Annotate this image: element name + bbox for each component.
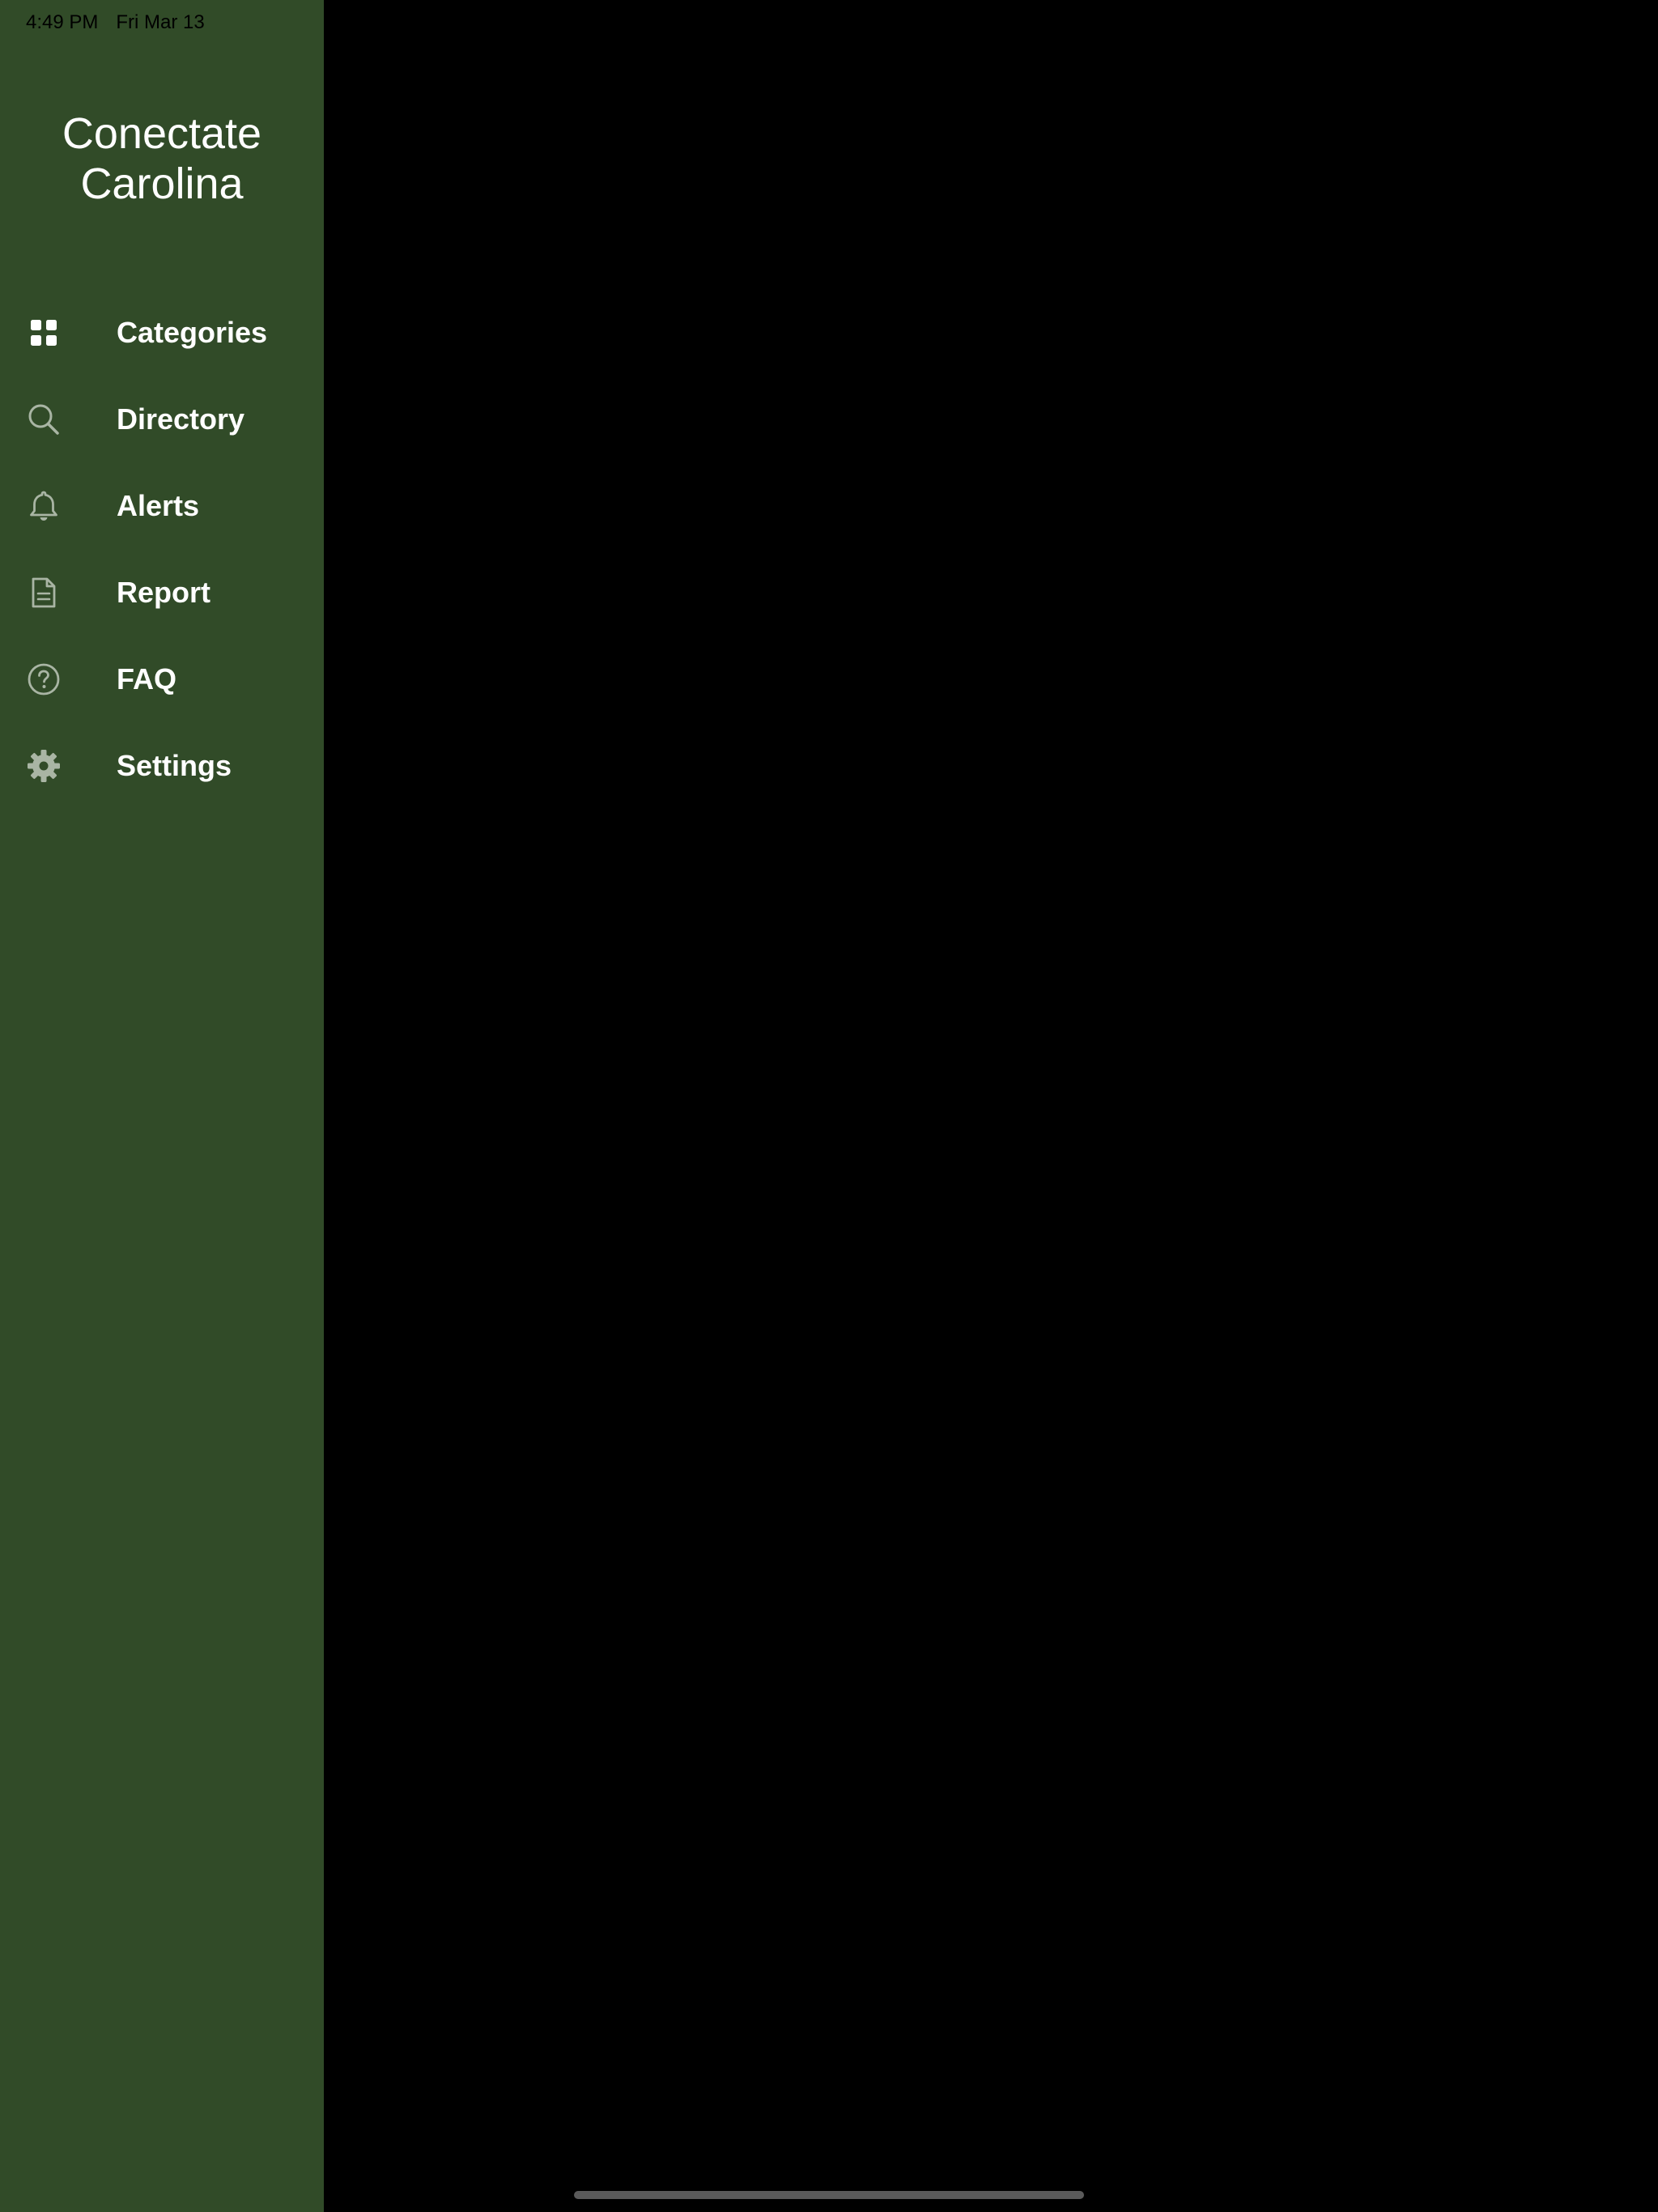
status-time: 4:49 PM [26,11,99,33]
sidebar-item-label: Settings [117,748,232,782]
app-title-line-2: Carolina [80,160,244,208]
document-icon [26,575,62,610]
app-title: Conectate Carolina [0,108,324,209]
bell-icon [26,488,62,524]
sidebar: 4:49 PM Fri Mar 13 Conectate Carolina Ca… [0,0,324,2212]
sidebar-item-label: Alerts [117,488,200,522]
app-title-line-1: Conectate [62,109,262,158]
sidebar-item-label: Directory [117,402,245,436]
main-content-area [324,0,1658,2212]
search-icon [26,402,62,437]
grid-icon [26,315,62,351]
status-date: Fri Mar 13 [116,11,205,33]
app-screen: 4:49 PM Fri Mar 13 Conectate Carolina Ca… [0,0,1658,2212]
sidebar-item-directory[interactable]: Directory [0,376,324,462]
gear-icon [26,748,62,784]
sidebar-item-categories[interactable]: Categories [0,289,324,376]
question-circle-icon [26,661,62,697]
sidebar-item-label: Categories [117,315,268,349]
sidebar-item-report[interactable]: Report [0,549,324,636]
status-bar: 4:49 PM Fri Mar 13 [26,6,205,39]
sidebar-item-faq[interactable]: FAQ [0,636,324,722]
sidebar-nav: Categories Directory Alerts Report FAQ S… [0,289,324,809]
sidebar-item-label: FAQ [117,661,177,696]
sidebar-item-settings[interactable]: Settings [0,722,324,809]
sidebar-item-label: Report [117,575,210,609]
sidebar-item-alerts[interactable]: Alerts [0,462,324,549]
home-indicator[interactable] [574,2191,1084,2199]
